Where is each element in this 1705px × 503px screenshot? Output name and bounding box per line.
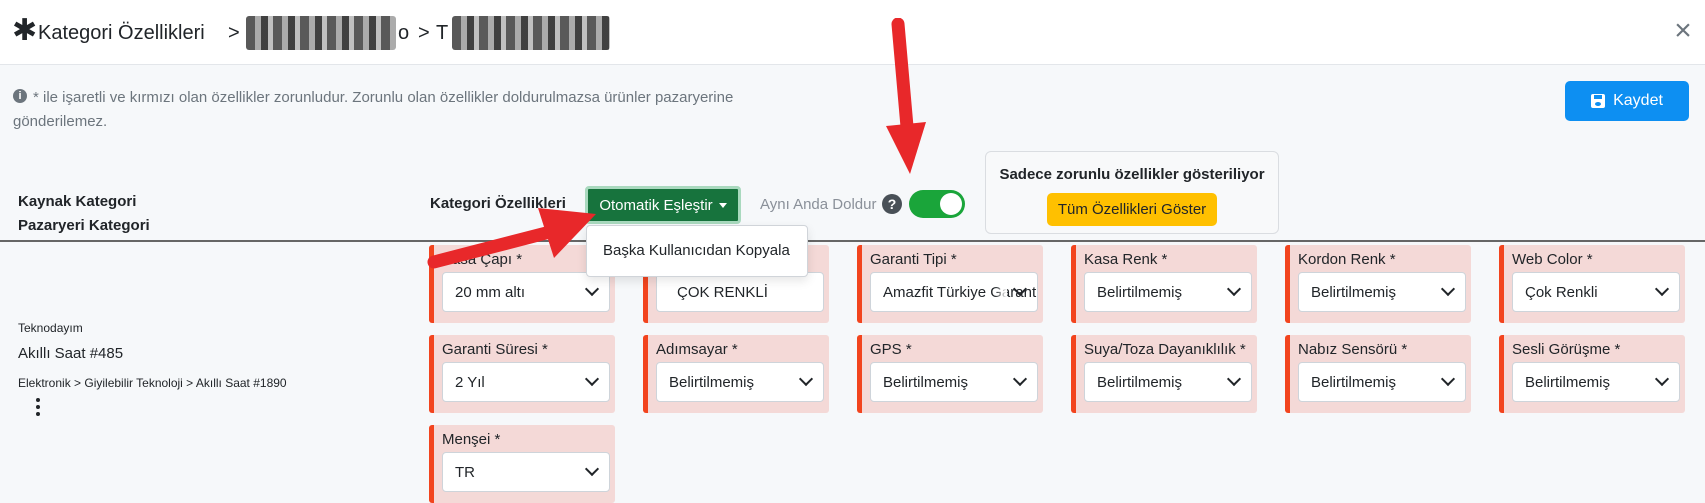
- attribute-select-water-resistance[interactable]: Belirtilmemiş: [1084, 362, 1252, 402]
- chevron-down-icon: [1654, 281, 1670, 297]
- attribute-card-warranty-type: Garanti Tipi * Amazfit Türkiye Garantili: [857, 245, 1043, 323]
- chevron-down-icon: [1226, 371, 1242, 387]
- required-star-icon: ✱: [12, 14, 38, 47]
- annotation-arrow-right-icon: [427, 208, 596, 269]
- market-category-path: Elektronik > Giyilebilir Teknoloji > Akı…: [18, 376, 287, 390]
- redacted-crumb-2: [452, 16, 610, 50]
- attribute-card-origin: Menşei * TR: [429, 425, 615, 503]
- attribute-value: TR: [455, 464, 475, 481]
- attribute-card-case-color: Kasa Renk * Belirtilmemiş: [1071, 245, 1257, 323]
- attribute-select-pedometer[interactable]: Belirtilmemiş: [656, 362, 824, 402]
- attribute-select-warranty-period[interactable]: 2 Yıl: [442, 362, 610, 402]
- info-text: * ile işaretli ve kırmızı olan özellikle…: [13, 89, 734, 130]
- chevron-down-icon: [1012, 371, 1028, 387]
- attribute-value: Belirtilmemiş: [1525, 374, 1611, 391]
- auto-match-dropdown-menu: Başka Kullanıcıdan Kopyala: [586, 225, 808, 277]
- attribute-value: ÇOK RENKLİ: [677, 284, 768, 301]
- annotation-arrow-down-icon: [886, 18, 926, 174]
- attribute-card-web-color: Web Color * Çok Renkli: [1499, 245, 1685, 323]
- attribute-value: Çok Renkli: [1525, 284, 1598, 301]
- chevron-down-icon: [1440, 371, 1456, 387]
- required-only-title: Sadece zorunlu özellikler gösteriliyor: [999, 166, 1265, 183]
- toggle-knob: [940, 193, 962, 215]
- chevron-down-icon: [584, 281, 600, 297]
- kebab-menu-icon[interactable]: [36, 398, 40, 416]
- chevron-down-icon: [798, 371, 814, 387]
- attribute-label: Adımsayar *: [656, 341, 738, 358]
- attribute-value: Belirtilmemiş: [1097, 374, 1183, 391]
- required-filter-box: Sadece zorunlu özellikler gösteriliyor T…: [985, 151, 1279, 234]
- attribute-value: Belirtilmemiş: [1311, 284, 1397, 301]
- attribute-card-gps: GPS * Belirtilmemiş: [857, 335, 1043, 413]
- attribute-select-case-color[interactable]: Belirtilmemiş: [1084, 272, 1252, 312]
- attribute-select-origin[interactable]: TR: [442, 452, 610, 492]
- chevron-down-icon: [584, 371, 600, 387]
- save-button[interactable]: Kaydet: [1565, 81, 1689, 121]
- attribute-card-water-resistance: Suya/Toza Dayanıklılık * Belirtilmemiş: [1071, 335, 1257, 413]
- attribute-label: GPS *: [870, 341, 912, 358]
- attribute-label: Menşei *: [442, 431, 501, 448]
- redacted-crumb-1: [246, 16, 396, 50]
- auto-match-label: Otomatik Eşleştir: [599, 196, 713, 214]
- close-icon[interactable]: ×: [1668, 14, 1698, 48]
- attribute-label: Nabız Sensörü *: [1298, 341, 1408, 358]
- chevron-down-icon: [1226, 281, 1242, 297]
- attribute-card-strap-color: Kordon Renk * Belirtilmemiş: [1285, 245, 1471, 323]
- breadcrumb-separator: >: [228, 22, 240, 44]
- attribute-select-gps[interactable]: Belirtilmemiş: [870, 362, 1038, 402]
- attribute-value: Belirtilmemiş: [1311, 374, 1397, 391]
- attribute-card-voice-call: Sesli Görüşme * Belirtilmemiş: [1499, 335, 1685, 413]
- market-category-heading: Pazaryeri Kategori: [18, 217, 150, 234]
- attribute-label: Web Color *: [1512, 251, 1593, 268]
- fill-simultaneously-toggle[interactable]: [909, 190, 965, 218]
- attribute-value: 20 mm altı: [455, 284, 526, 301]
- attribute-select-heart-rate[interactable]: Belirtilmemiş: [1298, 362, 1466, 402]
- attribute-label: Kasa Renk *: [1084, 251, 1168, 268]
- caret-down-icon: [718, 202, 727, 208]
- attribute-select-web-color[interactable]: Çok Renkli: [1512, 272, 1680, 312]
- attribute-label: Kordon Renk *: [1298, 251, 1396, 268]
- source-brand: Teknodayım: [18, 321, 83, 335]
- attribute-value: 2 Yıl: [455, 374, 485, 391]
- page-title: Kategori Özellikleri: [38, 22, 205, 44]
- source-category-heading: Kaynak Kategori: [18, 193, 137, 210]
- attribute-card-pedometer: Adımsayar * Belirtilmemiş: [643, 335, 829, 413]
- show-all-features-button[interactable]: Tüm Özellikleri Göster: [1047, 193, 1217, 226]
- chevron-down-icon: [1654, 371, 1670, 387]
- table-header-divider: [0, 240, 1705, 242]
- fill-simultaneously-label: Aynı Anda Doldur: [760, 196, 877, 213]
- attribute-card-heart-rate: Nabız Sensörü * Belirtilmemiş: [1285, 335, 1471, 413]
- breadcrumb-crumb1-tail: o: [398, 22, 410, 44]
- modal-header: ✱ Kategori Özellikleri > o > T ×: [0, 0, 1705, 65]
- attribute-value: Belirtilmemiş: [669, 374, 755, 391]
- attribute-label: Garanti Tipi *: [870, 251, 957, 268]
- source-category-name: Akıllı Saat #485: [18, 345, 124, 362]
- attribute-select-warranty-type[interactable]: Amazfit Türkiye Garantili: [870, 272, 1038, 312]
- chevron-down-icon: [584, 461, 600, 477]
- attribute-value: Belirtilmemiş: [883, 374, 969, 391]
- attribute-label: Suya/Toza Dayanıklılık *: [1084, 341, 1246, 358]
- chevron-down-icon: [1440, 281, 1456, 297]
- attribute-label: Garanti Süresi *: [442, 341, 548, 358]
- attribute-input-color[interactable]: ÇOK RENKLİ: [656, 272, 824, 312]
- floppy-disk-icon: [1591, 94, 1606, 108]
- attribute-select-strap-color[interactable]: Belirtilmemiş: [1298, 272, 1466, 312]
- question-circle-icon[interactable]: ?: [882, 194, 902, 214]
- attribute-value: Belirtilmemiş: [1097, 284, 1183, 301]
- copy-from-user-menu-item[interactable]: Başka Kullanıcıdan Kopyala: [603, 241, 790, 261]
- attribute-select-voice-call[interactable]: Belirtilmemiş: [1512, 362, 1680, 402]
- save-button-label: Kaydet: [1613, 92, 1663, 109]
- attribute-label: Sesli Görüşme *: [1512, 341, 1621, 358]
- breadcrumb-crumb2-head: T: [436, 22, 449, 44]
- auto-match-dropdown-button[interactable]: Otomatik Eşleştir: [585, 186, 741, 224]
- attribute-card-warranty-period: Garanti Süresi * 2 Yıl: [429, 335, 615, 413]
- breadcrumb-separator: >: [418, 22, 430, 44]
